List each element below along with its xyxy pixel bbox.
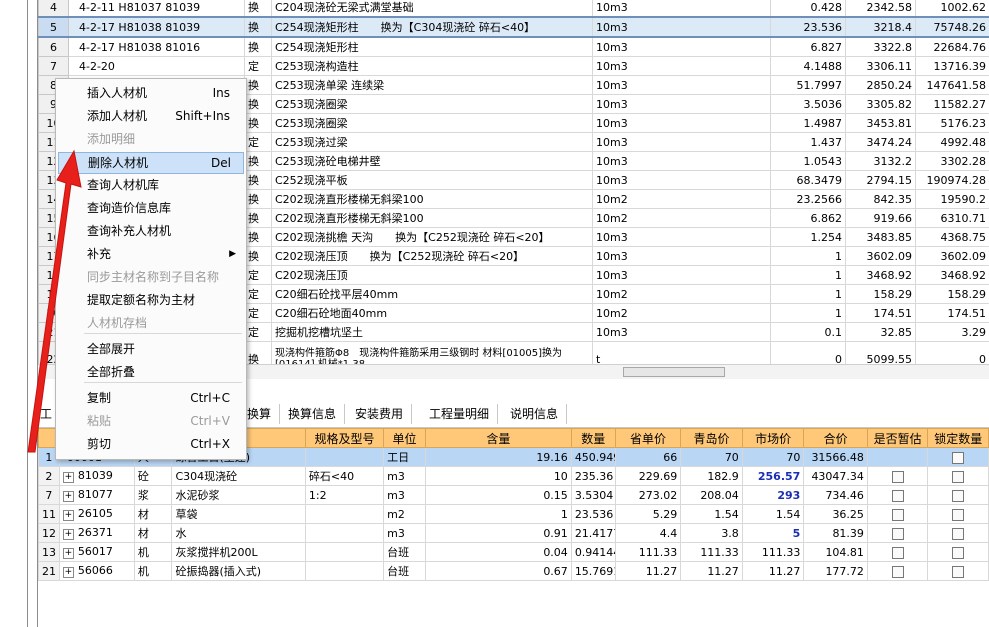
red-arrow-icon [27,149,82,453]
annotation-arrow [27,149,82,453]
